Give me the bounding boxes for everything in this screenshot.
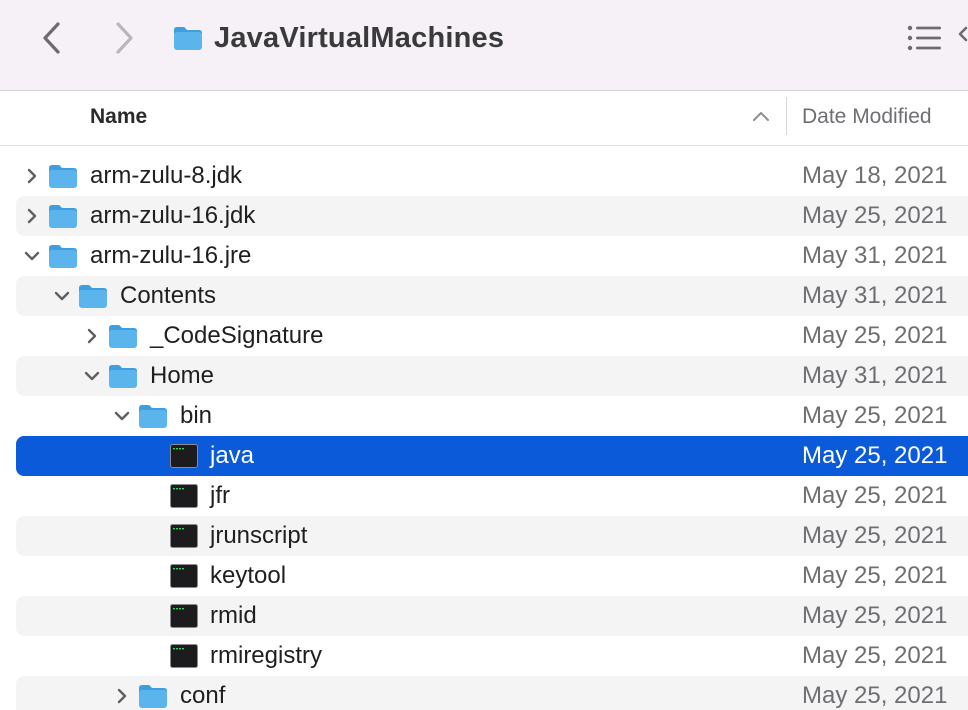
- file-name: Contents: [120, 282, 217, 309]
- date-modified: May 31, 2021: [802, 282, 948, 309]
- date-modified: May 25, 2021: [802, 642, 948, 669]
- file-row[interactable]: keytool May 25, 2021: [16, 556, 968, 596]
- folder-icon: [48, 163, 78, 194]
- list-view-button[interactable]: [906, 22, 942, 59]
- view-options-button[interactable]: [954, 24, 968, 57]
- file-row[interactable]: bin May 25, 2021: [16, 396, 968, 436]
- chevron-left-icon: [43, 22, 60, 54]
- date-modified: May 25, 2021: [802, 562, 948, 589]
- chevron-right-icon[interactable]: [83, 327, 101, 350]
- folder-icon: [48, 243, 78, 274]
- folder-icon: [108, 323, 138, 354]
- chevron-down-icon[interactable]: [53, 287, 71, 310]
- file-name: jrunscript: [210, 522, 308, 549]
- column-header-name[interactable]: Name: [90, 105, 147, 129]
- chevron-down-icon[interactable]: [83, 367, 101, 390]
- executable-icon: [170, 443, 198, 474]
- date-modified: May 25, 2021: [802, 442, 948, 469]
- column-header: Name Date Modified: [0, 91, 968, 146]
- file-name: java: [210, 442, 255, 469]
- chevron-down-icon[interactable]: [23, 247, 41, 270]
- window-title-text: JavaVirtualMachines: [214, 21, 505, 54]
- file-name: rmid: [210, 602, 257, 629]
- file-name: arm-zulu-16.jdk: [90, 202, 256, 229]
- file-list: arm-zulu-8.jdk May 18, 2021 arm-zulu-16.jd…: [0, 156, 968, 710]
- back-button[interactable]: [36, 20, 70, 56]
- file-name: rmiregistry: [210, 642, 322, 669]
- chevron-right-icon[interactable]: [23, 167, 41, 190]
- column-header-date-modified[interactable]: Date Modified: [802, 105, 932, 129]
- folder-icon: [138, 683, 168, 710]
- file-row[interactable]: Contents May 31, 2021: [16, 276, 968, 316]
- forward-button[interactable]: [106, 20, 140, 56]
- executable-icon: [170, 603, 198, 634]
- file-name: conf: [180, 682, 226, 709]
- date-modified: May 25, 2021: [802, 602, 948, 629]
- executable-icon: [170, 563, 198, 594]
- chevron-right-icon[interactable]: [23, 207, 41, 230]
- date-modified: May 31, 2021: [802, 362, 948, 389]
- date-modified: May 25, 2021: [802, 322, 948, 349]
- list-view-icon: [907, 25, 941, 51]
- executable-icon: [170, 523, 198, 554]
- folder-icon: [174, 27, 202, 50]
- file-row[interactable]: arm-zulu-16.jdk May 25, 2021: [16, 196, 968, 236]
- chevron-down-icon[interactable]: [113, 407, 131, 430]
- file-row[interactable]: _CodeSignature May 25, 2021: [16, 316, 968, 356]
- executable-icon: [170, 483, 198, 514]
- file-row[interactable]: jrunscript May 25, 2021: [16, 516, 968, 556]
- date-modified: May 25, 2021: [802, 522, 948, 549]
- date-modified: May 18, 2021: [802, 162, 948, 189]
- file-row[interactable]: arm-zulu-16.jre May 31, 2021: [16, 236, 968, 276]
- folder-icon: [108, 363, 138, 394]
- window-title: JavaVirtualMachines: [172, 18, 504, 58]
- sort-ascending-icon[interactable]: [752, 109, 770, 128]
- folder-icon: [138, 403, 168, 434]
- toolbar: JavaVirtualMachines: [0, 0, 968, 91]
- file-name: bin: [180, 402, 213, 429]
- chevron-right-icon[interactable]: [113, 687, 131, 710]
- file-row[interactable]: java May 25, 2021: [16, 436, 968, 476]
- file-name: arm-zulu-16.jre: [90, 242, 252, 269]
- date-modified: May 25, 2021: [802, 202, 948, 229]
- date-modified: May 31, 2021: [802, 242, 948, 269]
- column-divider[interactable]: [786, 97, 787, 135]
- chevron-up-down-icon: [958, 26, 968, 42]
- file-row[interactable]: jfr May 25, 2021: [16, 476, 968, 516]
- file-row[interactable]: conf May 25, 2021: [16, 676, 968, 710]
- file-name: keytool: [210, 562, 287, 589]
- file-row[interactable]: Home May 31, 2021: [16, 356, 968, 396]
- folder-icon: [48, 203, 78, 234]
- file-row[interactable]: rmid May 25, 2021: [16, 596, 968, 636]
- file-name: arm-zulu-8.jdk: [90, 162, 243, 189]
- date-modified: May 25, 2021: [802, 682, 948, 709]
- file-row[interactable]: rmiregistry May 25, 2021: [16, 636, 968, 676]
- file-row[interactable]: arm-zulu-8.jdk May 18, 2021: [16, 156, 968, 196]
- chevron-right-icon: [116, 22, 133, 54]
- file-name: Home: [150, 362, 215, 389]
- folder-icon: [78, 283, 108, 314]
- date-modified: May 25, 2021: [802, 402, 948, 429]
- executable-icon: [170, 643, 198, 674]
- file-name: jfr: [210, 482, 230, 509]
- file-name: _CodeSignature: [150, 322, 324, 349]
- date-modified: May 25, 2021: [802, 482, 948, 509]
